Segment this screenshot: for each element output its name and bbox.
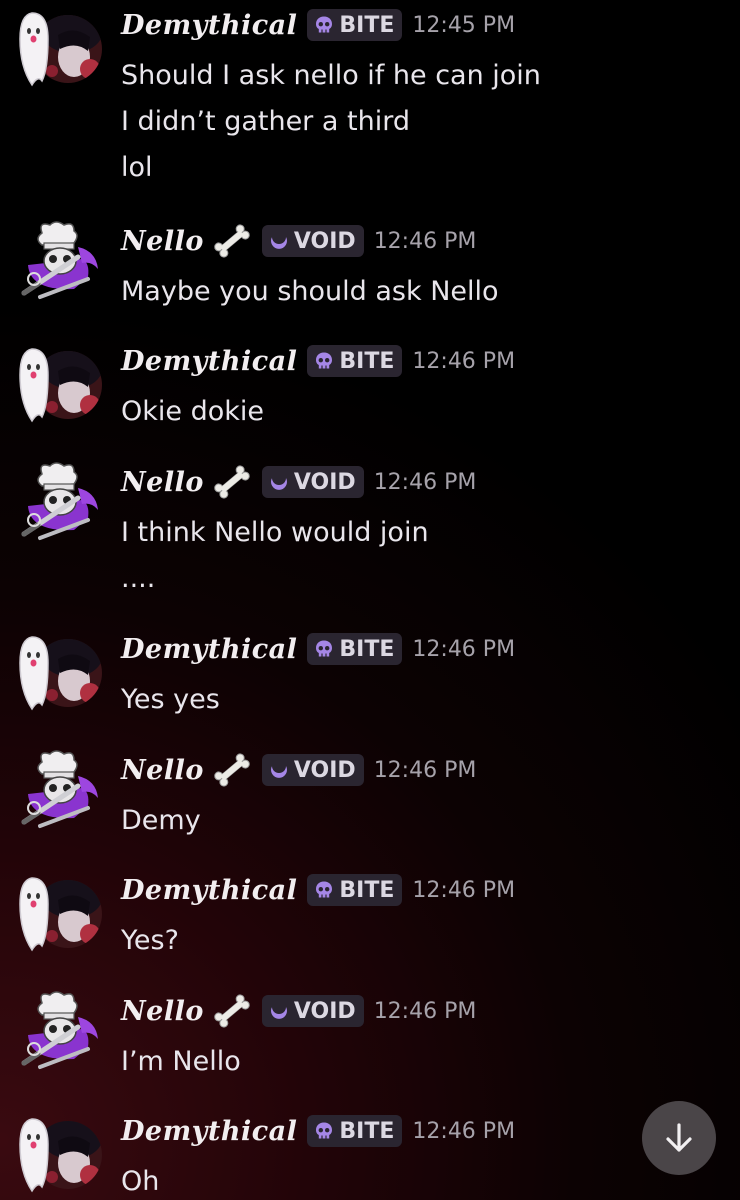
role-tag[interactable]: BITE bbox=[307, 633, 403, 665]
message-header: Demythical BITE 12:46 PM bbox=[121, 870, 515, 910]
role-tag-label: BITE bbox=[339, 636, 395, 662]
timestamp: 12:46 PM bbox=[373, 469, 477, 495]
message-header: Nello VOID 12:46 PM bbox=[121, 991, 476, 1031]
avatar-nello[interactable] bbox=[18, 750, 102, 834]
role-tag-label: BITE bbox=[339, 1118, 395, 1144]
avatar-demythical[interactable] bbox=[18, 629, 102, 713]
ghost-avatar-icon bbox=[19, 636, 102, 711]
username[interactable]: Demythical bbox=[121, 634, 297, 665]
chef-skull-avatar-icon bbox=[21, 462, 98, 540]
message-line: Demy bbox=[121, 805, 201, 836]
message-line: lol bbox=[121, 152, 153, 183]
username[interactable]: Nello bbox=[121, 996, 204, 1027]
message-content: Yes yes bbox=[121, 677, 220, 723]
message-content: I think Nello would join .... bbox=[121, 510, 429, 602]
void-moon-icon bbox=[269, 231, 289, 251]
ghost-avatar-icon bbox=[19, 1118, 102, 1193]
message-content: Okie dokie bbox=[121, 389, 264, 435]
avatar-demythical[interactable] bbox=[18, 1111, 102, 1195]
bone-icon bbox=[212, 753, 252, 787]
timestamp: 12:46 PM bbox=[412, 1118, 516, 1144]
timestamp: 12:46 PM bbox=[412, 877, 516, 903]
ghost-avatar-icon bbox=[19, 877, 102, 952]
message-header: Nello VOID 12:46 PM bbox=[121, 221, 476, 261]
chef-skull-avatar-icon bbox=[21, 221, 98, 299]
message-line: I think Nello would join bbox=[121, 517, 429, 548]
message-header: Demythical BITE 12:46 PM bbox=[121, 341, 515, 381]
role-tag-label: BITE bbox=[339, 877, 395, 903]
ghost-avatar-icon bbox=[19, 12, 102, 87]
arrow-down-icon bbox=[666, 1123, 692, 1152]
timestamp: 12:46 PM bbox=[373, 757, 477, 783]
message-line: I’m Nello bbox=[121, 1046, 241, 1077]
ghost-avatar-icon bbox=[19, 348, 102, 423]
username[interactable]: Demythical bbox=[121, 875, 297, 906]
timestamp: 12:46 PM bbox=[412, 348, 516, 374]
message-content: I’m Nello bbox=[121, 1039, 241, 1085]
skull-icon bbox=[314, 1121, 334, 1141]
avatar-demythical[interactable] bbox=[18, 5, 102, 89]
skull-icon bbox=[314, 880, 334, 900]
message-content: Maybe you should ask Nello bbox=[121, 269, 499, 315]
skull-icon bbox=[314, 639, 334, 659]
chef-skull-avatar-icon bbox=[21, 991, 98, 1069]
chef-skull-avatar-icon bbox=[21, 750, 98, 828]
message-line: Yes yes bbox=[121, 684, 220, 715]
message-line: Should I ask nello if he can join bbox=[121, 60, 541, 91]
bone-icon bbox=[212, 994, 252, 1028]
avatar-nello[interactable] bbox=[18, 221, 102, 305]
role-tag-label: VOID bbox=[293, 998, 356, 1024]
username[interactable]: Demythical bbox=[121, 346, 297, 377]
role-tag-label: VOID bbox=[293, 228, 356, 254]
message-content: Should I ask nello if he can join I didn… bbox=[121, 53, 541, 191]
role-tag-label: VOID bbox=[293, 469, 356, 495]
role-tag[interactable]: VOID bbox=[261, 754, 364, 786]
void-moon-icon bbox=[269, 760, 289, 780]
bone-icon bbox=[212, 465, 252, 499]
role-tag[interactable]: BITE bbox=[307, 1115, 403, 1147]
role-tag-label: BITE bbox=[339, 12, 395, 38]
message-line: Yes? bbox=[121, 925, 179, 956]
skull-icon bbox=[314, 351, 334, 371]
role-tag-label: VOID bbox=[293, 757, 356, 783]
username[interactable]: Nello bbox=[121, 755, 204, 786]
message-content: Oh bbox=[121, 1159, 159, 1200]
message-line: .... bbox=[121, 563, 156, 594]
message-line: Maybe you should ask Nello bbox=[121, 276, 499, 307]
timestamp: 12:45 PM bbox=[412, 12, 516, 38]
username[interactable]: Demythical bbox=[121, 10, 297, 41]
message-content: Yes? bbox=[121, 918, 179, 964]
timestamp: 12:46 PM bbox=[412, 636, 516, 662]
role-tag[interactable]: VOID bbox=[261, 466, 364, 498]
bone-icon bbox=[212, 224, 252, 258]
role-tag[interactable]: BITE bbox=[307, 874, 403, 906]
avatar-demythical[interactable] bbox=[18, 341, 102, 425]
role-tag[interactable]: BITE bbox=[307, 345, 403, 377]
message-header: Nello VOID 12:46 PM bbox=[121, 750, 476, 790]
message-header: Demythical BITE 12:45 PM bbox=[121, 5, 515, 45]
skull-icon bbox=[314, 15, 334, 35]
timestamp: 12:46 PM bbox=[373, 998, 477, 1024]
void-moon-icon bbox=[269, 1001, 289, 1021]
role-tag[interactable]: VOID bbox=[261, 225, 364, 257]
message-header: Demythical BITE 12:46 PM bbox=[121, 1111, 515, 1151]
role-tag-label: BITE bbox=[339, 348, 395, 374]
avatar-nello[interactable] bbox=[18, 991, 102, 1075]
message-line: Okie dokie bbox=[121, 396, 264, 427]
avatar-nello[interactable] bbox=[18, 462, 102, 546]
username[interactable]: Nello bbox=[121, 226, 204, 257]
role-tag[interactable]: VOID bbox=[261, 995, 364, 1027]
timestamp: 12:46 PM bbox=[373, 228, 477, 254]
void-moon-icon bbox=[269, 472, 289, 492]
role-tag[interactable]: BITE bbox=[307, 9, 403, 41]
message-header: Nello VOID 12:46 PM bbox=[121, 462, 476, 502]
username[interactable]: Demythical bbox=[121, 1116, 297, 1147]
message-line: I didn’t gather a third bbox=[121, 106, 410, 137]
message-content: Demy bbox=[121, 798, 201, 844]
avatar-demythical[interactable] bbox=[18, 870, 102, 954]
username[interactable]: Nello bbox=[121, 467, 204, 498]
message-line: Oh bbox=[121, 1166, 160, 1197]
scroll-to-bottom-button[interactable] bbox=[642, 1101, 716, 1175]
message-header: Demythical BITE 12:46 PM bbox=[121, 629, 515, 669]
